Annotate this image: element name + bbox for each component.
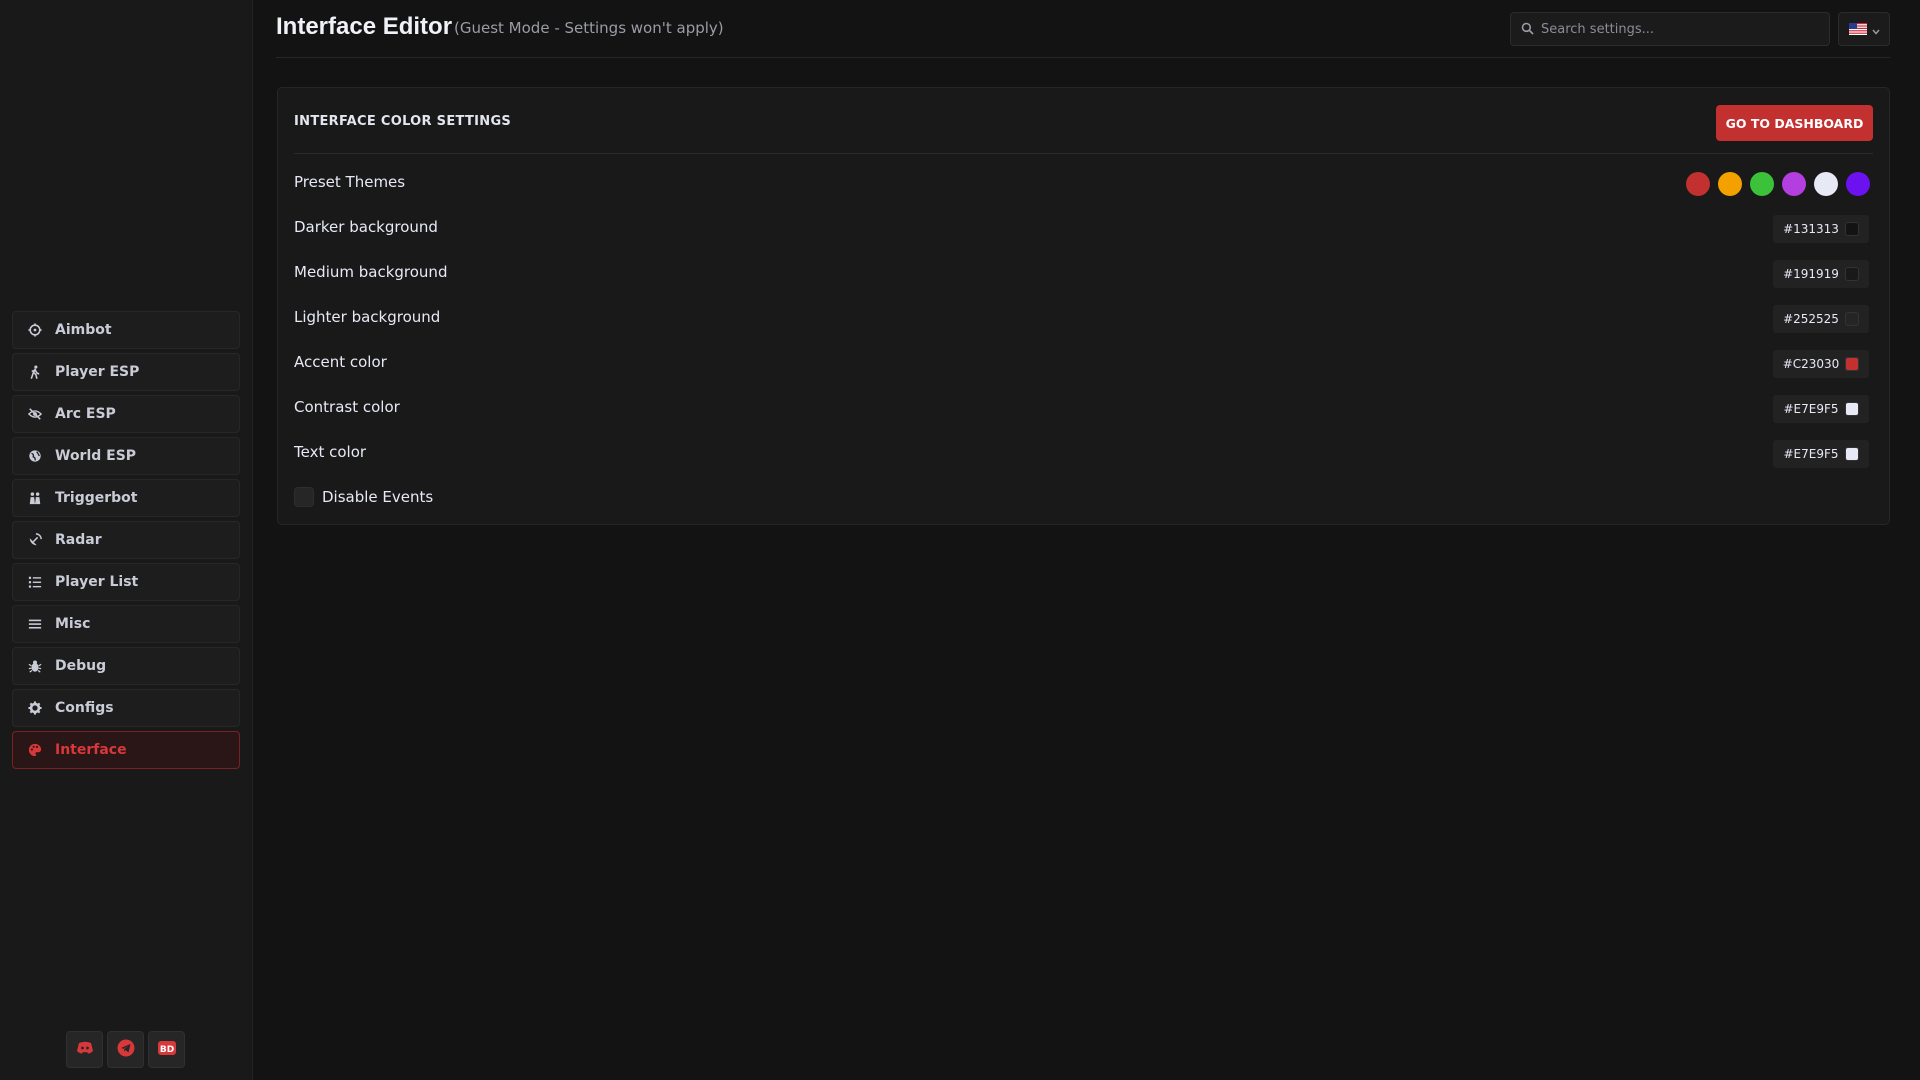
gear-icon: [27, 700, 43, 716]
telegram-button[interactable]: [107, 1031, 144, 1068]
disable-events-row: Disable Events: [294, 487, 433, 507]
people-icon: [27, 490, 43, 506]
sidebar-item-label: Debug: [55, 658, 107, 674]
hex-value: #252525: [1783, 312, 1839, 326]
sidebar: Aimbot Player ESP Arc ESP World ESP Trig…: [0, 0, 253, 1080]
globe-icon: [27, 448, 43, 464]
eye-slash-icon: [27, 406, 43, 422]
preset-swatch-white[interactable]: [1814, 172, 1838, 196]
sidebar-item-debug[interactable]: Debug: [12, 647, 240, 685]
color-input[interactable]: #252525: [1773, 305, 1869, 333]
sidebar-item-label: Player List: [55, 574, 139, 590]
color-setting-label: Darker background: [294, 218, 438, 236]
card-title: INTERFACE COLOR SETTINGS: [294, 114, 512, 129]
sidebar-item-label: Player ESP: [55, 364, 140, 380]
bd-button[interactable]: BD: [148, 1031, 185, 1068]
card-header: INTERFACE COLOR SETTINGS GO TO DASHBOARD: [294, 88, 1873, 154]
sidebar-item-triggerbot[interactable]: Triggerbot: [12, 479, 240, 517]
color-chip[interactable]: [1844, 447, 1859, 461]
sidebar-item-aimbot[interactable]: Aimbot: [12, 311, 240, 349]
bug-icon: [27, 658, 43, 674]
color-chip[interactable]: [1844, 222, 1859, 236]
lighter-background-row: Lighter background #252525: [294, 299, 1873, 335]
sidebar-item-misc[interactable]: Misc: [12, 605, 240, 643]
bd-logo-icon: BD: [157, 1038, 177, 1062]
preset-swatch-red[interactable]: [1686, 172, 1710, 196]
palette-icon: [27, 742, 43, 758]
color-input[interactable]: #131313: [1773, 215, 1869, 243]
discord-icon: [75, 1038, 95, 1062]
sidebar-item-label: Radar: [55, 532, 102, 548]
telegram-icon: [116, 1038, 136, 1062]
medium-background-row: Medium background #191919: [294, 254, 1873, 290]
sidebar-item-configs[interactable]: Configs: [12, 689, 240, 727]
preset-swatch-green[interactable]: [1750, 172, 1774, 196]
social-links: BD: [66, 1031, 185, 1068]
preset-themes-row: Preset Themes: [294, 164, 1873, 200]
color-chip[interactable]: [1844, 267, 1859, 281]
page-header: Interface Editor (Guest Mode - Settings …: [276, 0, 1890, 58]
go-to-dashboard-button[interactable]: GO TO DASHBOARD: [1716, 105, 1873, 141]
text-color-row: Text color #E7E9F5: [294, 434, 1873, 470]
color-setting-label: Contrast color: [294, 398, 400, 416]
sidebar-item-world-esp[interactable]: World ESP: [12, 437, 240, 475]
sidebar-item-label: Configs: [55, 700, 114, 716]
preset-swatch-magenta[interactable]: [1782, 172, 1806, 196]
chevron-down-icon: [1871, 20, 1880, 39]
sidebar-item-label: Misc: [55, 616, 91, 632]
color-chip[interactable]: [1845, 357, 1860, 371]
color-chip[interactable]: [1844, 402, 1859, 416]
accent-color-row: Accent color #C23030: [294, 344, 1873, 380]
preset-swatch-purple[interactable]: [1846, 172, 1870, 196]
preset-swatch-orange[interactable]: [1718, 172, 1742, 196]
sidebar-item-interface[interactable]: Interface: [12, 731, 240, 769]
color-setting-label: Text color: [294, 443, 367, 461]
hex-value: #191919: [1783, 267, 1839, 281]
crosshair-icon: [27, 322, 43, 338]
search-box[interactable]: [1510, 12, 1830, 46]
page-title: Interface Editor: [276, 13, 453, 40]
preset-themes-label: Preset Themes: [294, 173, 406, 191]
hex-value: #C23030: [1782, 357, 1840, 371]
sidebar-item-label: Arc ESP: [55, 406, 116, 422]
hex-value: #E7E9F5: [1783, 447, 1839, 461]
us-flag-icon: [1848, 20, 1867, 39]
search-input[interactable]: [1541, 21, 1821, 37]
sidebar-item-label: World ESP: [55, 448, 137, 464]
sidebar-item-label: Interface: [55, 742, 127, 758]
list-icon: [27, 574, 43, 590]
disable-events-label: Disable Events: [322, 488, 434, 506]
walking-person-icon: [27, 364, 43, 380]
sidebar-item-player-list[interactable]: Player List: [12, 563, 240, 601]
menu-icon: [27, 616, 43, 632]
discord-button[interactable]: [66, 1031, 103, 1068]
sidebar-item-radar[interactable]: Radar: [12, 521, 240, 559]
color-input[interactable]: #E7E9F5: [1773, 440, 1869, 468]
color-setting-label: Lighter background: [294, 308, 441, 326]
sidebar-item-label: Triggerbot: [55, 490, 138, 506]
color-setting-label: Medium background: [294, 263, 448, 281]
guest-mode-note: (Guest Mode - Settings won't apply): [454, 19, 724, 37]
sidebar-item-arc-esp[interactable]: Arc ESP: [12, 395, 240, 433]
color-input[interactable]: #191919: [1773, 260, 1869, 288]
color-setting-label: Accent color: [294, 353, 387, 371]
satellite-dish-icon: [27, 532, 43, 548]
color-chip[interactable]: [1844, 312, 1859, 326]
interface-color-settings-card: INTERFACE COLOR SETTINGS GO TO DASHBOARD…: [277, 87, 1890, 525]
preset-swatches: [1686, 172, 1870, 196]
color-input[interactable]: #C23030: [1773, 350, 1869, 378]
color-input[interactable]: #E7E9F5: [1773, 395, 1869, 423]
search-icon: [1521, 20, 1541, 39]
hex-value: #E7E9F5: [1783, 402, 1839, 416]
sidebar-nav: Aimbot Player ESP Arc ESP World ESP Trig…: [12, 311, 240, 773]
hex-value: #131313: [1783, 222, 1839, 236]
contrast-color-row: Contrast color #E7E9F5: [294, 389, 1873, 425]
sidebar-item-label: Aimbot: [55, 322, 112, 338]
language-selector[interactable]: [1838, 12, 1890, 46]
disable-events-checkbox[interactable]: [294, 487, 314, 507]
sidebar-item-player-esp[interactable]: Player ESP: [12, 353, 240, 391]
bd-logo-text: BD: [159, 1045, 173, 1055]
darker-background-row: Darker background #131313: [294, 209, 1873, 245]
